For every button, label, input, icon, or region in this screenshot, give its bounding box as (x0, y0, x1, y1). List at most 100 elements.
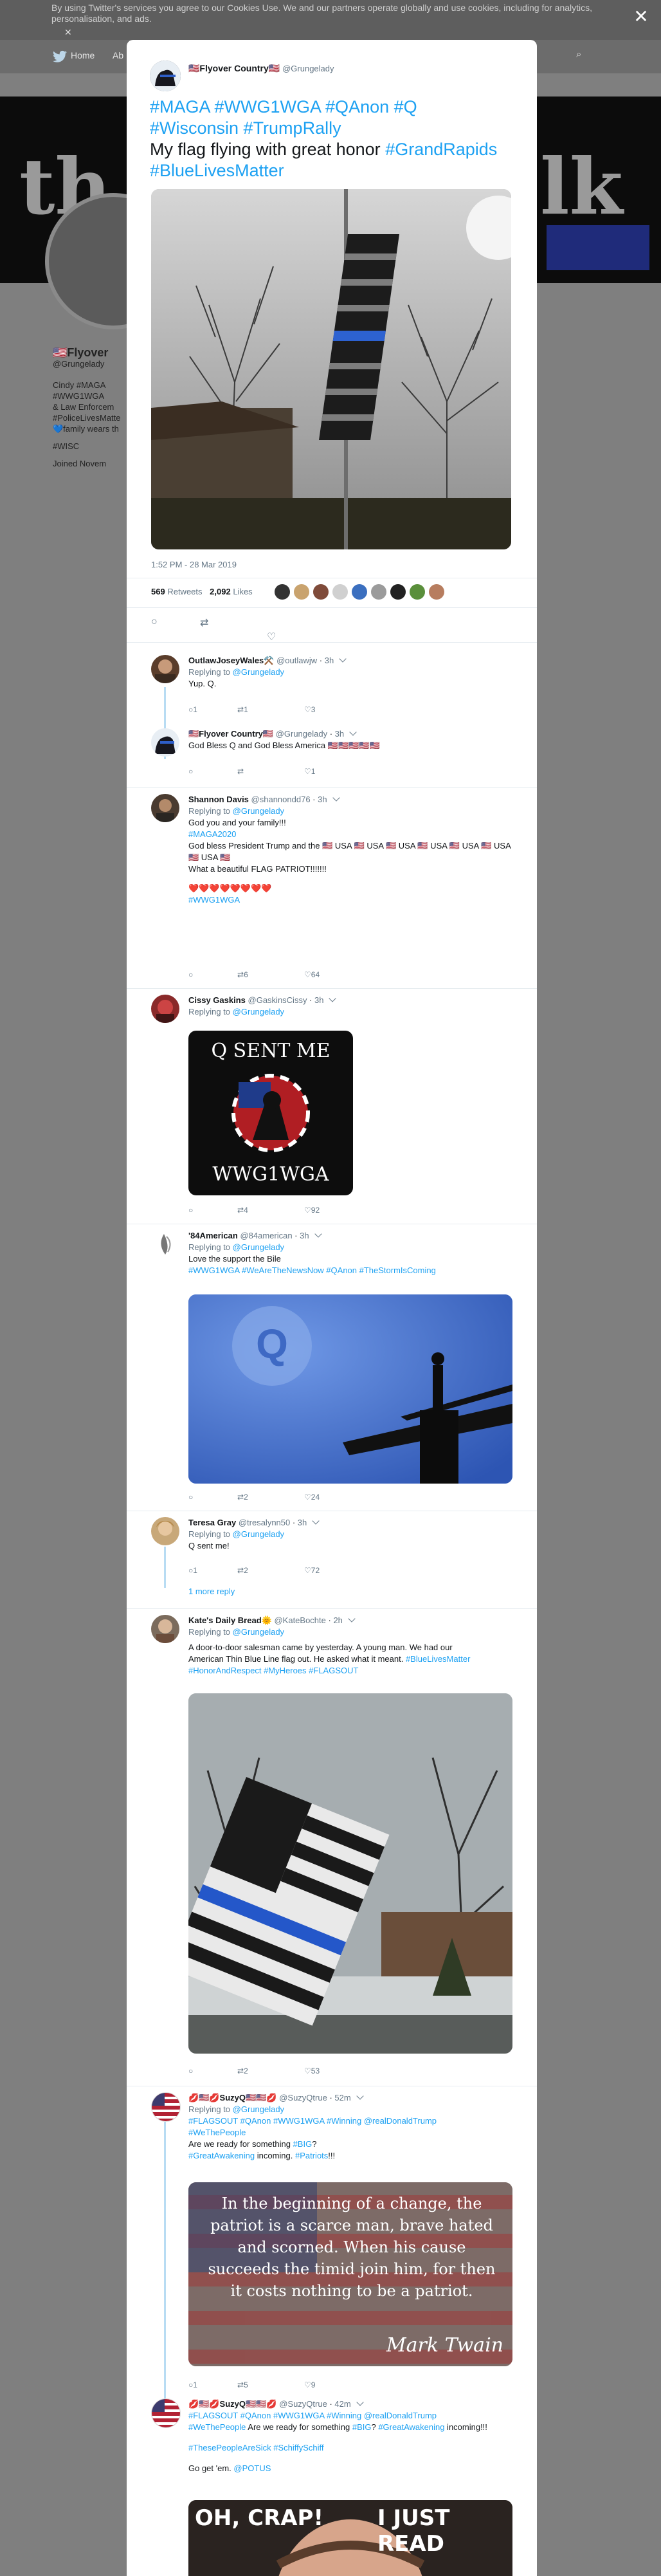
reply-author-name[interactable]: '84American (188, 1231, 238, 1240)
hashtag-big[interactable]: #BIG (293, 2139, 312, 2149)
reply-time[interactable]: 3h (314, 995, 323, 1005)
close-modal-icon[interactable]: ✕ (631, 8, 651, 27)
reply-icon[interactable]: ○ (188, 767, 193, 776)
like-icon[interactable]: ♡ 72 (304, 1566, 320, 1575)
q-sent-me-image[interactable]: Q SENT ME WWG1WGA (188, 1031, 353, 1195)
reply-icon[interactable]: ○ 1 (188, 705, 197, 714)
like-icon[interactable]: ♡ 24 (304, 1493, 320, 1502)
likers-avatars[interactable] (275, 584, 448, 601)
reply-author-handle[interactable]: @SuzyQtrue (279, 2399, 327, 2409)
reply-time[interactable]: 3h (335, 729, 344, 739)
tweet-photo[interactable] (151, 189, 511, 549)
reply-avatar[interactable] (151, 794, 179, 822)
like-icon[interactable]: ♡ 1 (304, 767, 315, 776)
like-icon[interactable]: ♡ 53 (304, 2066, 320, 2075)
chevron-down-icon[interactable] (356, 2092, 364, 2100)
reply-author-name[interactable]: Kate's Daily Bread🌞 (188, 1615, 272, 1625)
reply-author-name[interactable]: 💋🇺🇸💋SuzyQ🇺🇸🇺🇸💋 (188, 2093, 277, 2102)
reply-icon[interactable]: ○ (188, 1206, 193, 1215)
reply-author-name[interactable]: OutlawJoseyWales⚒️ (188, 656, 274, 665)
tweet-hashtags-1[interactable]: #MAGA #WWG1WGA #QAnon #Q (150, 97, 515, 118)
reply-time[interactable]: 3h (318, 795, 327, 804)
replying-to-link[interactable]: @Grungelady (233, 806, 284, 816)
reply-avatar[interactable] (151, 2398, 181, 2428)
reply-author-handle[interactable]: @Grungelady (276, 729, 327, 739)
like-icon[interactable]: ♡ 92 (304, 1206, 320, 1215)
hashtag-greatawakening[interactable]: #GreatAwakening (188, 2151, 255, 2160)
hashtag-grandrapids[interactable]: #GrandRapids (385, 140, 497, 159)
reply-hashtags[interactable]: #FLAGSOUT #QAnon #WWG1WGA #Winning @real… (188, 2410, 512, 2422)
nav-home[interactable]: Home (71, 50, 95, 60)
retweet-icon[interactable]: ⇄ (237, 767, 244, 776)
cookie-close-icon[interactable]: ✕ (64, 27, 72, 38)
reply-hashtags-2[interactable]: #ThesePeopleAreSick #SchiffySchiff (188, 2442, 512, 2454)
chevron-down-icon[interactable] (349, 728, 357, 736)
reply-author-handle[interactable]: @outlawjw (276, 656, 317, 665)
q-sky-image[interactable]: Q (188, 1294, 512, 1484)
reply-time[interactable]: 52m (334, 2093, 350, 2102)
blue-line-flag-photo[interactable] (188, 1693, 512, 2054)
hashtag-bluelivesmatter[interactable]: #BlueLivesMatter (150, 160, 515, 181)
like-icon[interactable]: ♡ (267, 630, 276, 643)
chevron-down-icon[interactable] (312, 1517, 320, 1525)
reply-author-handle[interactable]: @84american (240, 1231, 292, 1240)
chevron-down-icon[interactable] (329, 995, 337, 1002)
hashtag-bluelivesmatter[interactable]: #BlueLivesMatter (406, 1654, 470, 1664)
chevron-down-icon[interactable] (339, 655, 347, 663)
reply-icon[interactable]: ○ 1 (188, 1566, 197, 1575)
replying-to-link[interactable]: @Grungelady (233, 1242, 284, 1252)
like-icon[interactable]: ♡ 64 (304, 970, 320, 979)
tweet-timestamp[interactable]: 1:52 PM - 28 Mar 2019 (151, 560, 237, 569)
reply-author-handle[interactable]: @shannondd76 (251, 795, 311, 804)
retweet-icon[interactable]: ⇄ 1 (237, 705, 248, 714)
chevron-down-icon[interactable] (356, 2398, 364, 2406)
replying-to-link[interactable]: @Grungelady (233, 667, 284, 677)
reply-author-name[interactable]: Shannon Davis (188, 795, 249, 804)
hashtag-wwg1wga[interactable]: #WWG1WGA (188, 894, 512, 906)
retweet-icon[interactable]: ⇄ 4 (237, 1206, 248, 1215)
replying-to-link[interactable]: @Grungelady (233, 2104, 284, 2114)
author-avatar[interactable] (150, 60, 181, 91)
mark-twain-quote-image[interactable]: In the beginning of a change, the patrio… (188, 2182, 512, 2366)
author-name[interactable]: 🇺🇸Flyover Country🇺🇸 (188, 63, 280, 73)
reply-icon[interactable]: ○ (188, 1493, 193, 1502)
hashtag-big[interactable]: #BIG (352, 2422, 372, 2432)
chevron-down-icon[interactable] (348, 1615, 356, 1623)
reply-icon[interactable]: ○ (188, 2066, 193, 2075)
reply-icon[interactable]: ○ (188, 970, 193, 979)
tweet-hashtags-2[interactable]: #Wisconsin #TrumpRally (150, 118, 515, 139)
hashtag-greatawakening[interactable]: #GreatAwakening (378, 2422, 444, 2432)
retweets-label[interactable]: Retweets (167, 587, 202, 596)
reply-time[interactable]: 3h (300, 1231, 309, 1240)
retweet-icon[interactable]: ⇄ 2 (237, 1493, 248, 1502)
schiff-meme-image[interactable]: OH, CRAP! I JUST READ (188, 2500, 512, 2576)
reply-author-handle[interactable]: @KateBochte (274, 1615, 325, 1625)
like-icon[interactable]: ♡ 9 (304, 2380, 315, 2389)
author-handle[interactable]: @Grungelady (282, 64, 334, 73)
hashtag-wethepeople[interactable]: #WeThePeople (188, 2422, 246, 2432)
reply-avatar[interactable] (151, 655, 179, 683)
reply-hashtags[interactable]: #HonorAndRespect #MyHeroes #FLAGSOUT (188, 1665, 512, 1677)
reply-hashtags[interactable]: #FLAGSOUT #QAnon #WWG1WGA #Winning @real… (188, 2115, 512, 2127)
reply-avatar[interactable] (151, 728, 179, 757)
reply-author-handle[interactable]: @SuzyQtrue (279, 2093, 327, 2102)
replying-to-link[interactable]: @Grungelady (233, 1627, 284, 1637)
hashtag-maga2020[interactable]: #MAGA2020 (188, 829, 512, 840)
reply-author-name[interactable]: 💋🇺🇸💋SuzyQ🇺🇸🇺🇸💋 (188, 2399, 277, 2409)
reply-avatar[interactable] (151, 1615, 179, 1643)
reply-avatar[interactable] (151, 1230, 179, 1258)
reply-author-name[interactable]: Teresa Gray (188, 1518, 236, 1527)
like-icon[interactable]: ♡ 3 (304, 705, 315, 714)
reply-icon[interactable]: ○ 1 (188, 2380, 197, 2389)
likes-label[interactable]: Likes (233, 587, 252, 596)
reply-time[interactable]: 3h (325, 656, 334, 665)
retweet-icon[interactable]: ⇄ 6 (237, 970, 248, 979)
retweet-icon[interactable]: ⇄ 5 (237, 2380, 248, 2389)
likes-count[interactable]: 2,092 (210, 587, 231, 596)
retweet-icon[interactable]: ⇄ (200, 616, 208, 629)
twitter-bird-icon[interactable] (53, 50, 67, 63)
retweet-icon[interactable]: ⇄ 2 (237, 1566, 248, 1575)
nav-about[interactable]: Ab (113, 50, 123, 60)
search-icon[interactable]: ⌕ (576, 49, 586, 60)
reply-hashtags[interactable]: #WWG1WGA #WeAreTheNewsNow #QAnon #TheSto… (188, 1265, 512, 1276)
